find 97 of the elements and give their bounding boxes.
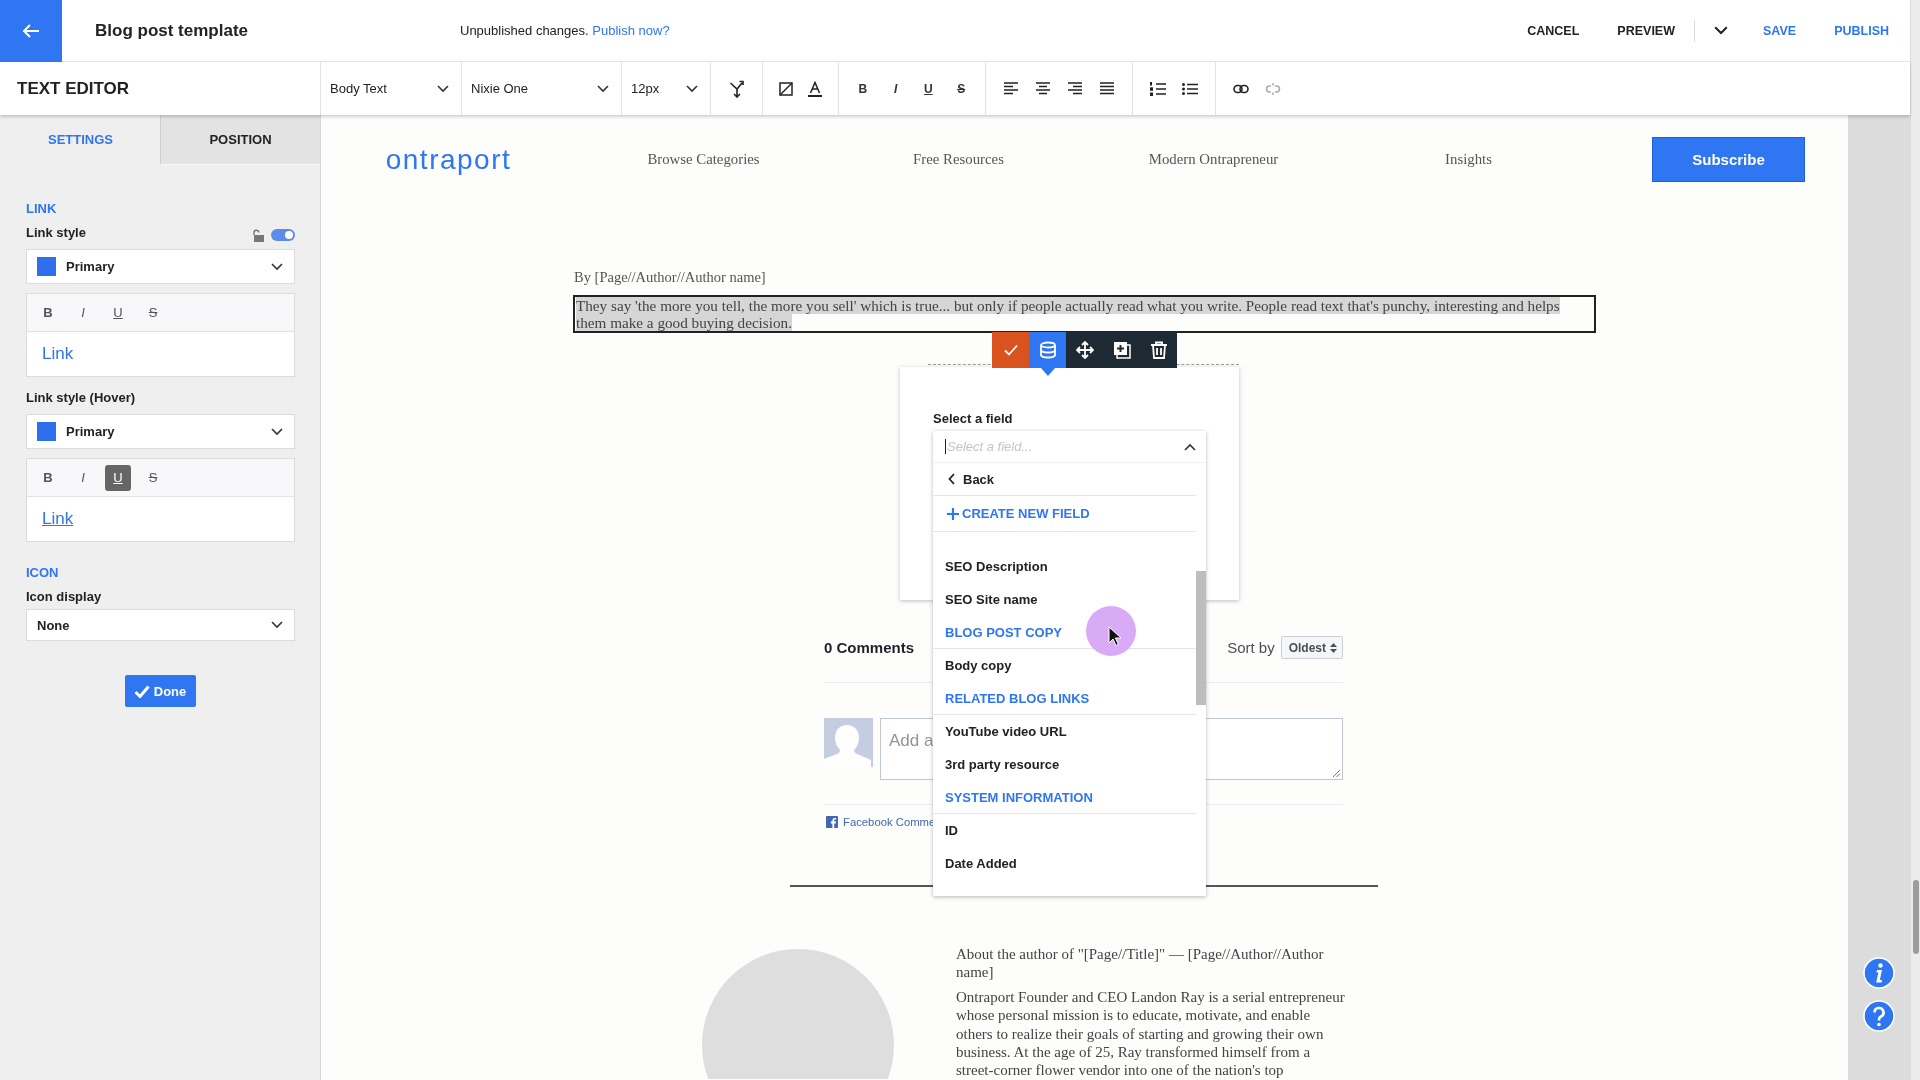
align-left-icon[interactable]	[1004, 82, 1018, 95]
toolbar-button[interactable]	[1066, 332, 1103, 368]
format-button[interactable]: S	[140, 299, 166, 326]
text-block[interactable]: They say 'the more you tell, the more you sell' which is true... but only if people actually read what you write. People read text that's punchy, interesting and helps them make a good buying decision.	[573, 295, 1596, 333]
field-option[interactable]: 3rd party resource	[933, 748, 1196, 781]
field-option[interactable]: SEO Description	[933, 550, 1196, 583]
tab[interactable]: POSITION	[160, 115, 320, 165]
scrollbar[interactable]	[1912, 880, 1919, 954]
help-icon[interactable]	[1863, 1000, 1895, 1032]
up-down-icon	[1330, 642, 1337, 653]
slashed-square-icon[interactable]	[778, 81, 793, 96]
f-logo-icon	[826, 816, 838, 828]
field-label: Icon display	[26, 588, 102, 604]
format-button[interactable]: B	[35, 464, 61, 491]
section-heading: ICON	[26, 565, 59, 581]
format-button[interactable]: S	[952, 78, 971, 99]
align-justify-icon[interactable]	[1100, 82, 1114, 95]
subscribe-button[interactable]: Subscribe	[1652, 137, 1805, 182]
plus-icon	[947, 507, 959, 520]
done-button[interactable]: Done	[124, 675, 197, 707]
group-heading: SYSTEM INFORMATION	[933, 781, 1196, 814]
primary-action-button[interactable]: PUBLISH	[1815, 15, 1908, 46]
group-heading: RELATED BLOG LINKS	[933, 682, 1196, 715]
sort-dropdown[interactable]: Oldest	[1280, 636, 1343, 659]
section-heading: LINK	[26, 201, 57, 217]
arrow-left-icon	[22, 22, 40, 39]
comment-count: 0 Comments	[824, 639, 915, 656]
action-button[interactable]: CANCEL	[1508, 15, 1599, 46]
format-button[interactable]: B	[35, 299, 61, 326]
link-preview: Link	[42, 344, 74, 364]
back-option[interactable]: Back	[933, 463, 1196, 496]
sort-label: Sort by	[1227, 639, 1275, 656]
nav-link[interactable]: Free Resources	[913, 151, 1004, 168]
field-dropdown[interactable]: Select a field... Back CREATE NEW FIELD SEO Description SEO Site name BLOG POST COPY Body copy RELATED BLOG LINKS YouTube video URL 3rd party resource SYSTEM INFORMATION ID Date Added	[933, 431, 1206, 896]
numbered-list-icon[interactable]	[1149, 81, 1166, 96]
format-button[interactable]: S	[140, 464, 166, 491]
author-heading: About the author of "[Page//Title]" — [Page//Author//Author name]	[956, 945, 1325, 982]
field-option[interactable]: ID	[933, 814, 1196, 847]
field-label: Link style	[26, 224, 86, 240]
field-label: Link style (Hover)	[26, 389, 136, 405]
format-button[interactable]: U	[919, 78, 938, 99]
nav-link[interactable]: Insights	[1445, 151, 1492, 168]
database-icon	[1038, 341, 1057, 359]
field-option[interactable]: YouTube video URL	[933, 715, 1196, 748]
format-button[interactable]: B	[853, 78, 872, 99]
link-preview: Link	[42, 509, 74, 529]
primary-action-button[interactable]: SAVE	[1744, 15, 1816, 46]
toolbar-button[interactable]	[1140, 332, 1177, 368]
byline: By [Page//Author//Author name]	[574, 269, 766, 285]
format-button[interactable]: I	[886, 78, 905, 99]
caret-icon[interactable]	[1714, 26, 1728, 35]
pointer-icon	[1040, 368, 1055, 376]
format-button[interactable]: U	[105, 464, 131, 491]
link-icon[interactable]	[1232, 83, 1249, 94]
caret-icon	[271, 262, 283, 271]
bullet-list-icon[interactable]	[1182, 82, 1199, 95]
dropdown[interactable]: None	[26, 609, 295, 641]
cursor-icon	[1085, 605, 1137, 657]
resize-handle-icon	[1332, 769, 1340, 777]
site-logo[interactable]: ontraport	[385, 143, 512, 176]
move-arrows-icon	[1075, 341, 1094, 359]
author-bio: Ontraport Founder and CEO Landon Ray is a serial entrepreneur whose personal mission is to educate, motivate, and enable others to realize their goals of starting and growing their own business. At the age of 25, Ray transformed himself from a street-corner flower vendor into one of the nation's top	[956, 987, 1346, 1080]
toggle-switch[interactable]	[271, 229, 295, 241]
caret-icon	[686, 84, 698, 93]
format-button[interactable]: I	[70, 299, 96, 326]
nav-link[interactable]: Modern Ontrapreneur	[1148, 151, 1279, 168]
caret-icon	[271, 427, 283, 436]
caret-icon	[437, 84, 449, 93]
duplicate-icon	[1112, 341, 1131, 359]
text-color-icon[interactable]	[808, 80, 823, 97]
unlock-icon	[253, 228, 265, 242]
scrollbar[interactable]	[1196, 571, 1206, 705]
trash-icon	[1149, 341, 1168, 359]
caret-icon[interactable]	[1184, 442, 1196, 451]
status-text: Unpublished changes. Publish now?	[460, 23, 670, 38]
action-button[interactable]: PREVIEW	[1598, 15, 1694, 46]
chevron-left-icon	[948, 473, 955, 485]
publish-link[interactable]: Publish now?	[592, 23, 670, 38]
field-label: Select a field	[933, 411, 1013, 427]
caret-icon	[271, 621, 283, 629]
format-button[interactable]: U	[105, 299, 131, 326]
field-option[interactable]: SEO Site name	[933, 583, 1196, 616]
create-field-option[interactable]: CREATE NEW FIELD	[933, 496, 1196, 532]
field-option[interactable]: Body copy	[933, 649, 1196, 682]
nav-link[interactable]: Browse Categories	[647, 151, 760, 168]
check-icon	[133, 684, 150, 698]
align-right-icon[interactable]	[1068, 82, 1082, 95]
branch-arrow-icon[interactable]	[728, 79, 745, 98]
caret-icon	[597, 84, 609, 93]
document-title: Blog post template	[95, 20, 248, 40]
field-option[interactable]: Date Added	[933, 847, 1196, 880]
info-icon[interactable]	[1863, 957, 1895, 989]
color-dropdown[interactable]: Primary	[26, 414, 295, 449]
avatar-icon	[824, 718, 873, 767]
format-button[interactable]: I	[70, 464, 96, 491]
align-center-icon[interactable]	[1036, 82, 1050, 95]
color-dropdown[interactable]: Primary	[26, 249, 295, 284]
